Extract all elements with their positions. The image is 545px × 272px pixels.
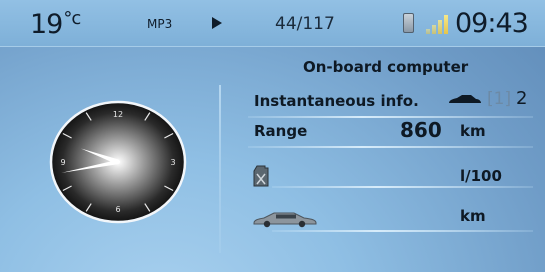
numeral-6: 6 bbox=[115, 205, 120, 214]
trip-selector-2[interactable]: 2 bbox=[516, 88, 527, 109]
car-icon bbox=[449, 95, 481, 103]
track-counter: 44/117 bbox=[275, 14, 335, 34]
fuel-can-icon bbox=[253, 165, 269, 187]
row-divider bbox=[272, 186, 533, 188]
consumption-unit: l/100 bbox=[460, 167, 502, 185]
play-icon[interactable] bbox=[212, 17, 222, 29]
phone-icon bbox=[403, 13, 414, 33]
digital-clock: 09:43 bbox=[455, 8, 529, 39]
car-display-screen: 19°c MP3 44/117 09:43 On-board computer … bbox=[0, 0, 545, 272]
temperature-unit: °c bbox=[63, 8, 81, 29]
analog-clock: 12 3 6 9 bbox=[49, 100, 187, 224]
range-label: Range bbox=[254, 122, 308, 140]
numeral-3: 3 bbox=[170, 158, 175, 167]
row-divider bbox=[248, 146, 533, 148]
range-unit: km bbox=[460, 122, 486, 140]
temperature-readout: 19°c bbox=[30, 8, 81, 40]
car-icon bbox=[253, 212, 317, 228]
row-divider bbox=[272, 230, 533, 232]
numeral-9: 9 bbox=[60, 158, 65, 167]
range-value: 860 bbox=[400, 118, 442, 142]
speed-unit: km bbox=[460, 207, 486, 225]
panel-title: On-board computer bbox=[303, 58, 469, 76]
panel-divider bbox=[219, 85, 221, 253]
trip-selector-1[interactable]: [1] bbox=[487, 89, 511, 109]
temperature-value: 19 bbox=[30, 9, 63, 40]
clock-hub bbox=[116, 160, 120, 164]
instantaneous-info-label[interactable]: Instantaneous info. bbox=[254, 92, 419, 110]
audio-source-label[interactable]: MP3 bbox=[147, 17, 172, 31]
numeral-12: 12 bbox=[113, 110, 123, 119]
status-bar: 19°c MP3 44/117 09:43 bbox=[0, 0, 545, 47]
row-divider bbox=[248, 116, 533, 118]
signal-icon bbox=[424, 12, 454, 34]
